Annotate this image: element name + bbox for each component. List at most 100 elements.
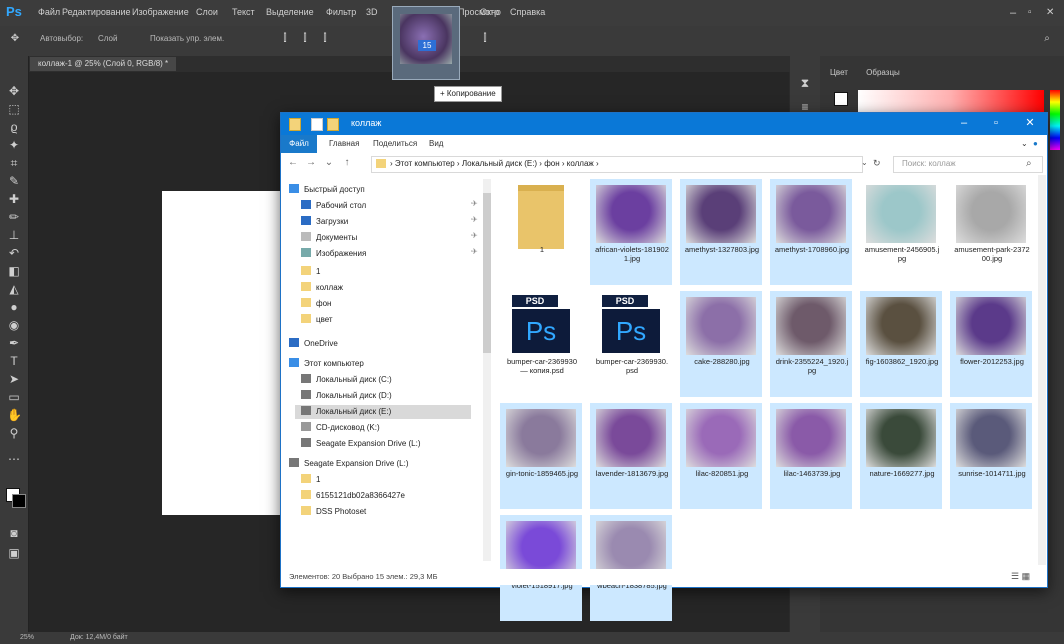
sidebar-item[interactable]: CD-дисковод (K:) <box>301 421 380 435</box>
sidebar-item[interactable]: цвет <box>301 313 333 327</box>
shape-tool-icon[interactable]: ▭ <box>7 390 21 404</box>
dodge-tool-icon[interactable]: ◉ <box>7 318 21 332</box>
file-item[interactable]: amusement-park-237200.jpg <box>950 179 1032 285</box>
breadcrumb[interactable]: › Этот компьютер › Локальный диск (E:) ›… <box>390 159 599 168</box>
menu-select[interactable]: Выделение <box>266 7 314 17</box>
move-tool-icon[interactable]: ✥ <box>7 84 21 98</box>
file-item[interactable]: PSD Ps bumper-car-2369930 — копия.psd <box>500 291 582 397</box>
menu-layers[interactable]: Слои <box>196 7 218 17</box>
path-select-icon[interactable]: ➤ <box>7 372 21 386</box>
type-tool-icon[interactable]: T <box>7 354 21 368</box>
sidebar-item[interactable]: фон <box>301 297 331 311</box>
menu-type[interactable]: Текст <box>232 7 255 17</box>
close-icon[interactable]: ✕ <box>1046 7 1054 18</box>
close-icon[interactable]: ✕ <box>1021 116 1039 130</box>
help-icon[interactable]: ● <box>1033 139 1038 148</box>
address-bar[interactable]: › Этот компьютер › Локальный диск (E:) ›… <box>371 156 863 173</box>
new-folder-icon[interactable] <box>327 118 339 131</box>
file-item[interactable]: gin-tonic-1859465.jpg <box>500 403 582 509</box>
tab-share[interactable]: Поделиться <box>373 139 417 148</box>
align-right-icon[interactable]: ⫿ <box>318 33 332 45</box>
distribute-icon[interactable]: ⫿ <box>478 33 492 45</box>
file-item[interactable]: cake-288280.jpg <box>680 291 762 397</box>
pin-icon[interactable]: ✈ <box>471 231 478 240</box>
sidebar-item[interactable]: Seagate Expansion Drive (L:) <box>289 457 409 471</box>
file-item[interactable]: wbeach-1838785.jpg <box>590 515 672 621</box>
restore-icon[interactable]: ▫ <box>1028 7 1032 18</box>
file-item[interactable]: flower-2012253.jpg <box>950 291 1032 397</box>
stamp-tool-icon[interactable]: ⊥ <box>7 228 21 242</box>
refresh-icon[interactable]: ↻ <box>873 158 881 169</box>
sidebar-item[interactable]: Локальный диск (D:) <box>301 389 392 403</box>
minimize-icon[interactable]: – <box>1010 7 1016 19</box>
quick-mask-icon[interactable]: ◙ <box>7 526 21 540</box>
sidebar-item[interactable]: Локальный диск (C:) <box>301 373 392 387</box>
sidebar-item[interactable]: 1 <box>301 473 320 487</box>
menu-file[interactable]: Файл <box>38 7 60 17</box>
screen-mode-icon[interactable]: ▣ <box>7 546 21 560</box>
lasso-tool-icon[interactable]: ϱ <box>7 120 21 134</box>
menu-edit[interactable]: Редактирование <box>62 7 131 17</box>
healing-brush-icon[interactable]: ✚ <box>7 192 21 206</box>
menu-help[interactable]: Справка <box>510 7 545 17</box>
tab-color[interactable]: Цвет <box>830 68 848 77</box>
search-icon[interactable]: ⌕ <box>1040 33 1054 45</box>
autoselect-label[interactable]: Автовыбор: <box>40 34 83 43</box>
minimize-icon[interactable]: – <box>955 116 973 130</box>
tab-home[interactable]: Главная <box>329 139 359 148</box>
file-item[interactable]: lilac-1463739.jpg <box>770 403 852 509</box>
sidebar-item[interactable]: 1 <box>301 265 320 279</box>
document-canvas[interactable] <box>162 191 292 515</box>
sidebar-item[interactable]: 6155121db02a8366427e <box>301 489 405 503</box>
hand-tool-icon[interactable]: ✋ <box>7 408 22 422</box>
view-details-icon[interactable]: ☰ ▦ <box>1011 571 1030 582</box>
pin-icon[interactable]: ✈ <box>471 199 478 208</box>
eraser-tool-icon[interactable]: ◧ <box>7 264 21 278</box>
crop-tool-icon[interactable]: ⌗ <box>7 156 21 170</box>
panel-fg-swatch[interactable] <box>834 92 848 106</box>
sidebar-item[interactable]: Быстрый доступ <box>289 183 365 197</box>
file-item[interactable]: lavender-1813679.jpg <box>590 403 672 509</box>
pin-icon[interactable]: ✈ <box>471 215 478 224</box>
file-item[interactable]: nature-1669277.jpg <box>860 403 942 509</box>
file-item[interactable]: drink-2355224_1920.jpg <box>770 291 852 397</box>
history-panel-icon[interactable]: ⧗ <box>798 76 812 90</box>
search-icon[interactable]: ⌕ <box>1026 158 1032 169</box>
sidebar-item[interactable]: Этот компьютер <box>289 357 364 371</box>
file-item[interactable]: amethyst-1327803.jpg <box>680 179 762 285</box>
file-item[interactable]: fig-1603862_1920.jpg <box>860 291 942 397</box>
file-item[interactable]: lilac-820851.jpg <box>680 403 762 509</box>
hue-slider[interactable] <box>1050 90 1060 150</box>
more-tools-icon[interactable]: ⋯ <box>7 452 21 466</box>
grid-scrollbar[interactable] <box>1038 175 1046 565</box>
maximize-icon[interactable]: ▫ <box>987 116 1005 130</box>
forward-icon[interactable]: → <box>305 157 317 169</box>
marquee-tool-icon[interactable]: ⬚ <box>7 102 21 116</box>
sidebar-item[interactable]: Локальный диск (E:) <box>295 405 471 419</box>
sidebar-item[interactable]: коллаж <box>301 281 343 295</box>
sidebar-item[interactable]: DSS Photoset <box>301 505 366 519</box>
search-input[interactable]: Поиск: коллаж ⌕ <box>893 156 1043 173</box>
magic-wand-icon[interactable]: ✦ <box>7 138 21 152</box>
background-color-swatch[interactable] <box>12 494 26 508</box>
blur-tool-icon[interactable]: ● <box>7 300 21 314</box>
properties-icon[interactable] <box>311 118 323 131</box>
file-item[interactable]: violet-1518917.jpg <box>500 515 582 621</box>
eyedropper-icon[interactable]: ✎ <box>7 174 21 188</box>
align-center-icon[interactable]: ⫿ <box>298 33 312 45</box>
gradient-tool-icon[interactable]: ◭ <box>7 282 21 296</box>
file-item[interactable]: amethyst-1708960.jpg <box>770 179 852 285</box>
file-item[interactable]: sunrise-1014711.jpg <box>950 403 1032 509</box>
sidebar-item[interactable]: Изображения <box>301 247 366 261</box>
file-item[interactable]: african-violets-1819021.jpg <box>590 179 672 285</box>
zoom-tool-icon[interactable]: ⚲ <box>7 426 21 440</box>
sidebar-item[interactable]: Seagate Expansion Drive (L:) <box>301 437 421 451</box>
history-brush-icon[interactable]: ↶ <box>7 246 21 260</box>
tab-swatches[interactable]: Образцы <box>866 68 900 77</box>
autoselect-dropdown[interactable]: Слой <box>98 34 117 43</box>
tab-file[interactable]: Файл <box>281 135 317 153</box>
menu-image[interactable]: Изображение <box>132 7 189 17</box>
sidebar-item[interactable]: Документы <box>301 231 357 245</box>
file-item[interactable]: amusement-2456905.jpg <box>860 179 942 285</box>
file-item[interactable]: PSD Ps bumper-car-2369930.psd <box>590 291 672 397</box>
